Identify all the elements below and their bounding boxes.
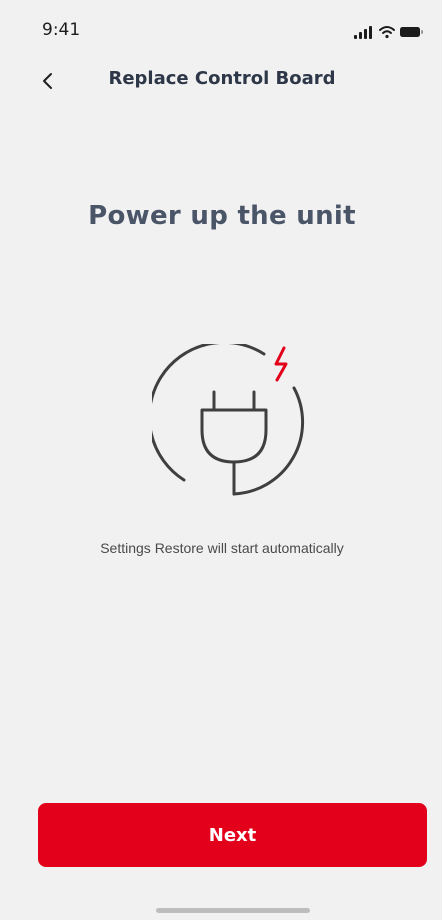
next-button[interactable]: Next [38, 803, 427, 867]
app-screen: 9:41 Replace Control Board Power up the … [0, 0, 444, 920]
wifi-icon [379, 26, 395, 39]
battery-icon [400, 27, 423, 37]
step-headline: Power up the unit [88, 201, 356, 231]
signal-icon [354, 26, 372, 39]
status-bar: 9:41 [0, 0, 444, 60]
page-title: Replace Control Board [108, 68, 336, 89]
status-time: 9:41 [42, 20, 81, 40]
status-icons [354, 26, 423, 39]
home-indicator [156, 908, 310, 913]
restore-caption: Settings Restore will start automaticall… [100, 540, 344, 556]
power-plug-icon [152, 344, 305, 496]
